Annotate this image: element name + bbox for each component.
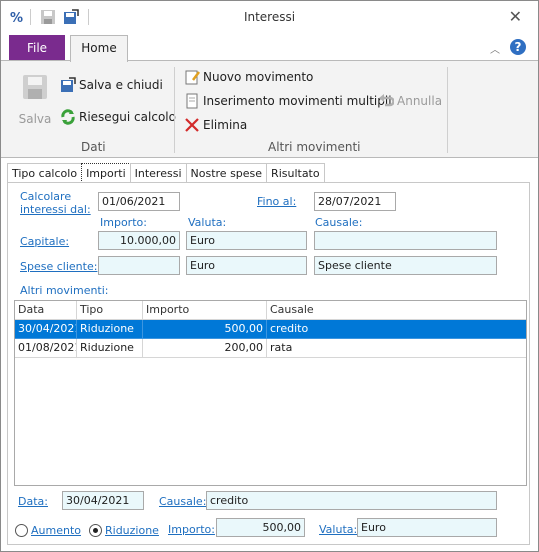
inserimento-multipli-label: Inserimento movimenti multipli [203,94,392,108]
help-icon[interactable]: ? [510,39,526,55]
delete-x-icon [185,118,199,132]
tab-home[interactable]: Home [70,35,128,62]
document-icon [186,93,198,109]
importo-field[interactable]: 500,00 [216,518,305,537]
salva-button[interactable]: Salva [13,69,57,129]
salva-e-chiudi-button[interactable]: Salva e chiudi [60,77,163,93]
cell-tipo: Riduzione [77,339,143,358]
aumento-label: Aumento [31,524,81,537]
importo-label: Importo: [168,523,215,536]
refresh-icon [61,109,75,125]
dal-field[interactable]: 01/06/2021 [98,192,180,211]
ribbon-separator [174,67,175,153]
salva-label: Salva [18,112,52,126]
group-dati-label: Dati [81,140,106,154]
table-row[interactable]: 01/08/2021 Riduzione 200,00 rata [15,339,526,358]
capitale-causale-field[interactable] [314,231,497,250]
grid-header: Data Tipo Importo Causale [15,301,526,320]
nuovo-movimento-label: Nuovo movimento [203,70,314,84]
spese-importo-field[interactable] [98,256,180,275]
causale-label: Causale: [159,495,207,508]
save-large-icon [23,75,47,99]
col-data[interactable]: Data [15,301,77,320]
close-icon[interactable]: ✕ [509,7,522,26]
cell-data: 30/04/2021 [15,320,77,339]
window: % Interessi ✕ File Home ︿ ? Salva Salva … [0,0,539,552]
cell-importo: 200,00 [143,339,267,358]
tab-importi[interactable]: Importi [81,163,131,183]
page-tabs: Tipo calcolo Importi Interessi Nostre sp… [7,163,325,183]
riesegui-calcolo-button[interactable]: Riesegui calcolo [60,109,176,125]
table-row[interactable]: 30/04/2021 Riduzione 500,00 credito [15,320,526,339]
altri-movimenti-label: Altri movimenti: [20,284,109,297]
salva-e-chiudi-label: Salva e chiudi [79,78,163,92]
movimenti-grid[interactable]: Data Tipo Importo Causale 30/04/2021 Rid… [14,300,527,486]
capitale-importo-field[interactable]: 10.000,00 [98,231,180,250]
calcolare-label: Calcolare [20,190,72,203]
annulla-label: Annulla [397,94,443,108]
tab-interessi[interactable]: Interessi [129,163,187,183]
nuovo-movimento-button[interactable]: Nuovo movimento [184,69,313,85]
cell-importo: 500,00 [143,320,267,339]
data-field[interactable]: 30/04/2021 [62,491,144,510]
data-label: Data: [18,495,48,508]
collapse-ribbon-icon[interactable]: ︿ [490,41,500,56]
cell-causale: rata [267,339,526,358]
calcolare-label-2: interessi dal: [20,203,91,216]
riduzione-label: Riduzione [105,524,159,537]
tab-risultato[interactable]: Risultato [266,163,325,183]
annulla-button[interactable]: Annulla [378,93,442,109]
cell-data: 01/08/2021 [15,339,77,358]
riesegui-calcolo-label: Riesegui calcolo [79,110,176,124]
title-bar: % Interessi ✕ [1,1,538,33]
group-altri-label: Altri movimenti [268,140,361,154]
undo-icon [379,94,394,107]
spese-causale-field[interactable]: Spese cliente [314,256,497,275]
window-title: Interessi [243,10,296,24]
col-causale[interactable]: Causale [267,301,526,320]
riduzione-radio[interactable]: Riduzione [89,524,159,537]
inserimento-multipli-button[interactable]: Inserimento movimenti multipli [184,93,392,109]
tab-nostre-spese[interactable]: Nostre spese [185,163,268,183]
cell-tipo: Riduzione [77,320,143,339]
spese-valuta-field[interactable]: Euro [186,256,307,275]
causale-header: Causale: [315,216,363,229]
valuta-field[interactable]: Euro [357,518,497,537]
save-close-icon [61,77,76,92]
aumento-radio[interactable]: Aumento [15,524,81,537]
ribbon-separator [447,67,448,153]
spese-cliente-label: Spese cliente: [20,260,98,273]
causale-field[interactable]: credito [206,491,497,510]
col-tipo[interactable]: Tipo [77,301,143,320]
capitale-valuta-field[interactable]: Euro [186,231,307,250]
ribbon-tabs: File Home ︿ ? [1,33,538,62]
radio-checked-icon [89,524,102,537]
elimina-button[interactable]: Elimina [184,117,247,133]
elimina-label: Elimina [203,118,248,132]
valuta-header: Valuta: [188,216,227,229]
fino-al-label: Fino al: [257,195,297,208]
radio-unchecked-icon [15,524,28,537]
tab-file[interactable]: File [9,35,65,61]
col-importo[interactable]: Importo [143,301,267,320]
capitale-label: Capitale: [20,235,70,248]
fino-al-field[interactable]: 28/07/2021 [314,192,396,211]
cell-causale: credito [267,320,526,339]
importo-header: Importo: [100,216,147,229]
valuta-label: Valuta: [319,523,358,536]
ribbon: Salva Salva e chiudi Riesegui calcolo Da… [1,60,538,158]
new-document-icon [185,70,200,85]
tab-tipo-calcolo[interactable]: Tipo calcolo [7,163,83,183]
